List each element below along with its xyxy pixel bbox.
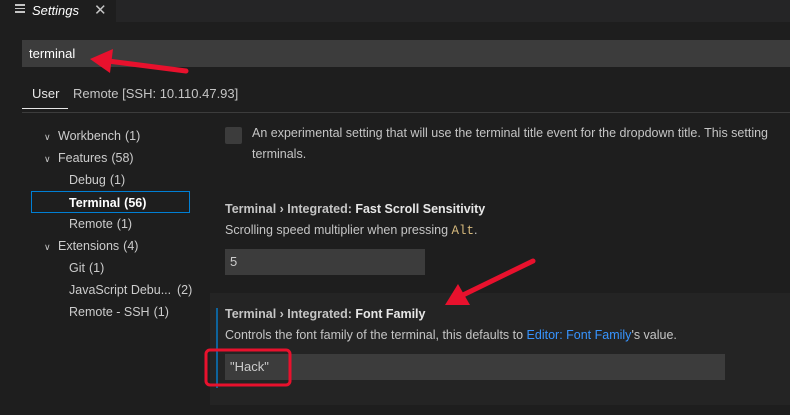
focus-indicator <box>216 308 218 388</box>
desc-text: Controls the font family of the terminal… <box>225 328 527 342</box>
active-tab-underline <box>22 108 68 109</box>
toc-item-terminal[interactable]: Terminal (56) <box>31 191 190 213</box>
toc-label: Remote <box>69 217 113 231</box>
toc-item-git[interactable]: Git (1) <box>69 257 104 279</box>
chevron-down-icon: ∨ <box>44 154 51 164</box>
desc-text: Scrolling speed multiplier when pressing <box>225 223 452 237</box>
setting-name: Fast Scroll Sensitivity <box>355 202 486 216</box>
setting-title-fast-scroll: Terminal › Integrated: Fast Scroll Sensi… <box>225 202 485 216</box>
experimental-checkbox[interactable] <box>225 127 242 144</box>
desc-end: 's value. <box>631 328 677 342</box>
tab-bar: Settings ✕ <box>0 0 790 22</box>
setting-desc-font-family: Controls the font family of the terminal… <box>225 328 677 342</box>
setting-category: Terminal › Integrated: <box>225 202 356 216</box>
chevron-down-icon: ∨ <box>44 242 51 252</box>
toc-item-javascript-debugger[interactable]: JavaScript Debu... <box>69 279 171 301</box>
settings-tab[interactable]: Settings ✕ <box>0 0 116 22</box>
menu-lines-icon <box>15 4 25 14</box>
setting-title-font-family: Terminal › Integrated: Font Family <box>225 307 426 321</box>
chevron-down-icon: ∨ <box>44 132 51 142</box>
editor-font-family-link[interactable]: Editor: Font Family <box>527 328 632 342</box>
toc-count: (2) <box>177 283 193 297</box>
desc-end: . <box>474 223 478 237</box>
toc-count: (58) <box>111 151 134 165</box>
setting-category: Terminal › Integrated: <box>225 307 356 321</box>
toc-item-debug[interactable]: Debug (1) <box>69 169 125 191</box>
toc-count: (56) <box>124 196 147 210</box>
toc-label: Debug <box>69 173 106 187</box>
toc-count: (1) <box>125 129 141 143</box>
toc-item-workbench[interactable]: ∨ Workbench (1) <box>44 125 140 147</box>
tab-user[interactable]: User <box>32 86 59 101</box>
toc-label: Features <box>58 151 108 165</box>
settings-window: Settings ✕ terminal User Remote [SSH: 10… <box>0 0 790 415</box>
tab-title: Settings <box>32 3 79 18</box>
toc-count: (4) <box>123 239 139 253</box>
close-icon[interactable]: ✕ <box>94 1 107 19</box>
toc-label: JavaScript Debu... <box>69 283 172 297</box>
toc-count: (1) <box>153 305 169 319</box>
toc-label: Git <box>69 261 85 275</box>
toc-label: Workbench <box>58 129 121 143</box>
settings-list: An experimental setting that will use th… <box>210 113 790 415</box>
toc-item-remote[interactable]: Remote (1) <box>69 213 132 235</box>
toc-item-remote-ssh[interactable]: Remote - SSH (1) <box>69 301 169 323</box>
setting-desc-fast-scroll: Scrolling speed multiplier when pressing… <box>225 223 478 238</box>
toc-label: Extensions <box>58 239 120 253</box>
toc-label: Terminal <box>69 196 121 210</box>
toc-label: Remote - SSH <box>69 305 150 319</box>
font-family-input[interactable]: "Hack" <box>225 354 725 380</box>
fast-scroll-input[interactable]: 5 <box>225 249 425 275</box>
toc-item-extensions[interactable]: ∨ Extensions (4) <box>44 235 138 257</box>
toc-count: (1) <box>88 261 105 275</box>
key-code: Alt <box>451 224 475 238</box>
setting-name: Font Family <box>355 307 426 321</box>
tab-remote[interactable]: Remote [SSH: 10.110.47.93] <box>73 86 238 101</box>
toc-item-features[interactable]: ∨ Features (58) <box>44 147 134 169</box>
toc-count: (1) <box>116 217 133 231</box>
experimental-description-cont: terminals. <box>252 147 307 161</box>
experimental-description: An experimental setting that will use th… <box>252 126 769 140</box>
toc-count: (1) <box>109 173 126 187</box>
search-input[interactable]: terminal <box>22 40 790 67</box>
